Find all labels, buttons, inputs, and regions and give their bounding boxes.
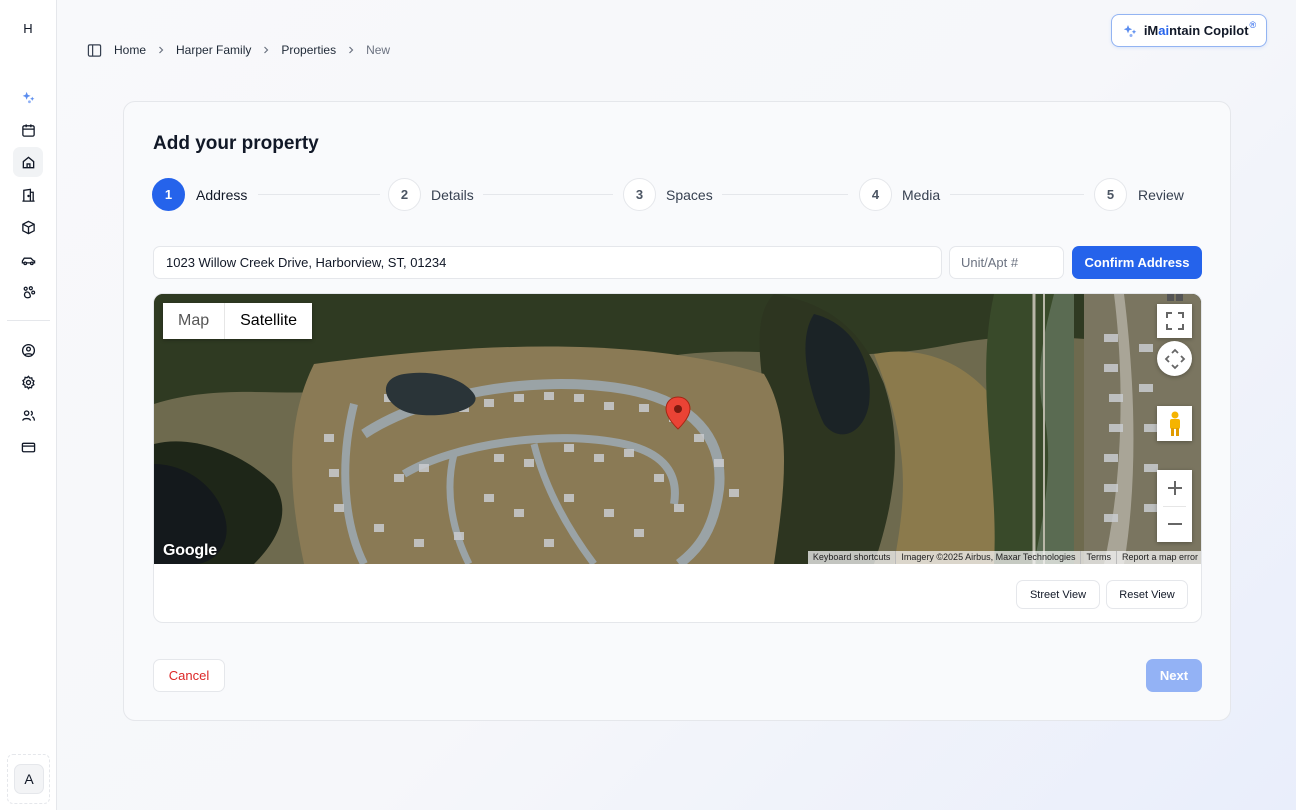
map-type-control: Map Satellite bbox=[163, 303, 313, 339]
fullscreen-button[interactable] bbox=[1157, 304, 1192, 338]
breadcrumb-current: New bbox=[366, 43, 391, 57]
account-menu: A bbox=[7, 754, 50, 804]
step-4-circle[interactable]: 4 bbox=[859, 178, 892, 211]
zoom-divider bbox=[1163, 506, 1186, 507]
address-input[interactable] bbox=[153, 246, 942, 279]
sidebar-item-billing[interactable] bbox=[13, 432, 43, 462]
sparkles-icon bbox=[1123, 24, 1137, 37]
sidebar-item-items[interactable] bbox=[13, 212, 43, 242]
avatar[interactable]: A bbox=[14, 764, 44, 794]
fullscreen-icon bbox=[1165, 312, 1184, 330]
next-button[interactable]: Next bbox=[1146, 659, 1202, 692]
terms-link[interactable]: Terms bbox=[1080, 551, 1116, 564]
unit-input[interactable] bbox=[949, 246, 1064, 279]
page-title: Add your property bbox=[153, 133, 319, 154]
sidebar-item-pets[interactable] bbox=[13, 277, 43, 307]
pegman-icon bbox=[1169, 411, 1180, 436]
sidebar-item-profile[interactable] bbox=[13, 335, 43, 365]
breadcrumb-family[interactable]: Harper Family bbox=[176, 43, 251, 57]
sidebar-item-vehicles[interactable] bbox=[13, 245, 43, 275]
map-type-map[interactable]: Map bbox=[163, 303, 224, 339]
credit-card-icon bbox=[21, 442, 35, 452]
camera-control[interactable] bbox=[1157, 341, 1192, 376]
chevron-right-icon bbox=[264, 46, 269, 54]
step-1-circle[interactable]: 1 bbox=[152, 178, 185, 211]
cancel-button[interactable]: Cancel bbox=[153, 659, 225, 692]
chevron-right-icon bbox=[349, 46, 354, 54]
minus-icon bbox=[1167, 523, 1182, 525]
sidebar-toggle-icon[interactable] bbox=[87, 43, 102, 58]
step-3-label: Spaces bbox=[666, 187, 713, 203]
settings-icon bbox=[21, 374, 35, 390]
breadcrumb-home[interactable]: Home bbox=[114, 43, 146, 57]
step-5-label: Review bbox=[1138, 187, 1184, 203]
pets-icon bbox=[23, 285, 35, 298]
sidebar-item-rooms[interactable] bbox=[13, 180, 43, 210]
pegman-button[interactable] bbox=[1157, 406, 1192, 441]
imagery-credit: Imagery ©2025 Airbus, Maxar Technologies bbox=[895, 551, 1080, 564]
sparkles-icon bbox=[22, 91, 34, 103]
step-connector bbox=[258, 194, 380, 195]
plus-icon bbox=[1167, 481, 1182, 495]
workspace-logo[interactable]: H bbox=[14, 14, 42, 42]
confirm-address-button[interactable]: Confirm Address bbox=[1072, 246, 1202, 279]
breadcrumb-properties[interactable]: Properties bbox=[281, 43, 336, 57]
sidebar-item-copilot[interactable] bbox=[13, 82, 43, 112]
user-circle-icon bbox=[21, 343, 35, 357]
step-connector bbox=[483, 194, 613, 195]
report-map-error-link[interactable]: Report a map error bbox=[1115, 551, 1201, 564]
sidebar-divider bbox=[7, 320, 50, 321]
sidebar-item-calendar[interactable] bbox=[13, 115, 43, 145]
street-view-button[interactable]: Street View bbox=[1016, 580, 1100, 609]
building-icon bbox=[21, 188, 35, 202]
zoom-out-button[interactable] bbox=[1157, 506, 1192, 542]
zoom-in-button[interactable] bbox=[1157, 470, 1192, 506]
copilot-label: iMaintain Copilot bbox=[1143, 23, 1249, 38]
move-arrows-icon bbox=[1164, 348, 1185, 369]
step-2-label: Details bbox=[431, 187, 474, 203]
step-5-circle[interactable]: 5 bbox=[1094, 178, 1127, 211]
map-type-satellite[interactable]: Satellite bbox=[224, 303, 312, 339]
sidebar: H A bbox=[0, 0, 57, 810]
tilt-icon bbox=[1166, 294, 1183, 301]
home-icon bbox=[22, 155, 34, 168]
sidebar-item-properties[interactable] bbox=[13, 147, 43, 177]
step-connector bbox=[950, 194, 1084, 195]
step-3-circle[interactable]: 3 bbox=[623, 178, 656, 211]
users-icon bbox=[21, 409, 35, 421]
car-icon bbox=[21, 257, 35, 265]
google-logo: Google bbox=[163, 542, 217, 559]
map-panel: Map Satellite Google Keyboard shortcuts … bbox=[153, 293, 1202, 623]
chevron-right-icon bbox=[159, 46, 164, 54]
step-2-circle[interactable]: 2 bbox=[388, 178, 421, 211]
step-connector bbox=[722, 194, 848, 195]
keyboard-shortcuts-link[interactable]: Keyboard shortcuts bbox=[808, 551, 896, 564]
map-attribution: Keyboard shortcuts Imagery ©2025 Airbus,… bbox=[807, 551, 1201, 564]
step-4-label: Media bbox=[902, 187, 941, 203]
breadcrumb: Home Harper Family Properties New bbox=[87, 42, 392, 58]
package-icon bbox=[21, 220, 35, 234]
sidebar-item-members[interactable] bbox=[13, 400, 43, 430]
add-property-card: Add your property 1 Address 2 Details 3 … bbox=[123, 101, 1231, 721]
zoom-control bbox=[1157, 470, 1192, 542]
step-1-label: Address bbox=[196, 187, 248, 203]
copilot-button[interactable]: iMaintain Copilot ® bbox=[1111, 14, 1267, 47]
satellite-map[interactable]: Map Satellite Google Keyboard shortcuts … bbox=[154, 294, 1201, 564]
reset-view-button[interactable]: Reset View bbox=[1106, 580, 1188, 609]
sidebar-item-settings[interactable] bbox=[13, 367, 43, 397]
registered-mark: ® bbox=[1249, 19, 1257, 30]
calendar-icon bbox=[21, 123, 35, 137]
